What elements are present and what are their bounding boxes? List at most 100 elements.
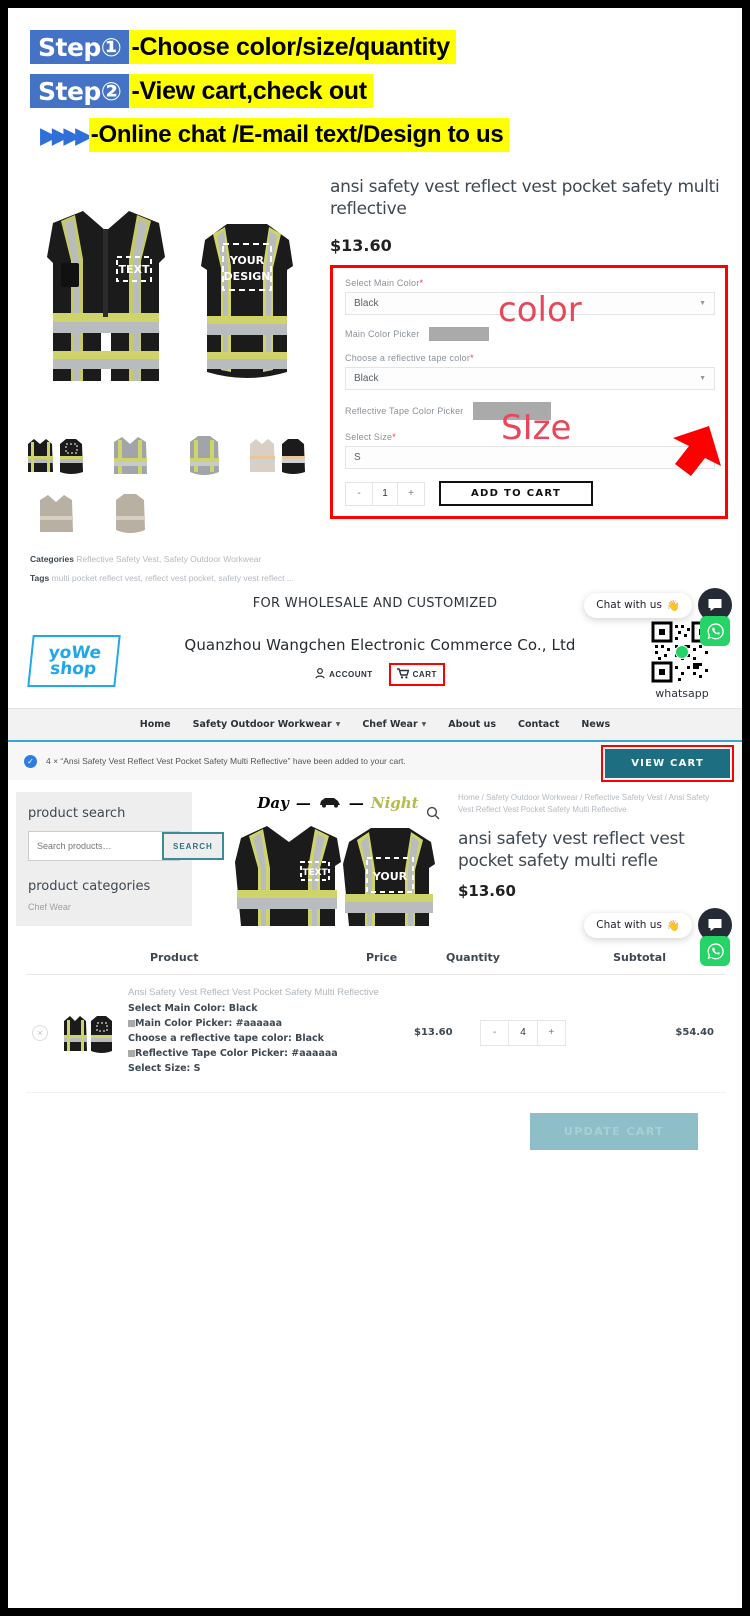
cart-notice-bar: ✓ 4 × “Ansi Safety Vest Reflect Vest Poc… [8, 740, 742, 783]
sidebar-item-chef-wear[interactable]: Chef Wear [28, 902, 180, 912]
product-info: ansi safety vest reflect vest pocket saf… [322, 176, 728, 540]
add-to-cart-button[interactable]: ADD TO CART [439, 481, 594, 507]
chat-bubble-text-top: Chat with us [596, 599, 662, 611]
cart-row-thumbnail[interactable] [62, 1011, 114, 1055]
user-icon [315, 667, 325, 681]
nav-item-news[interactable]: News [581, 719, 610, 730]
column-subtotal: Subtotal [613, 951, 666, 965]
whatsapp-button-top[interactable] [700, 616, 730, 646]
size-value: S [354, 452, 361, 464]
wave-hand-icon-bottom: 👋 [666, 919, 680, 932]
categories-value[interactable]: Reflective Safety Vest, Safety Outdoor W… [76, 554, 261, 564]
tape-color-select[interactable]: Black ▼ [345, 367, 715, 391]
chat-bubble-bottom[interactable]: Chat with us 👋 [584, 912, 692, 938]
cart-notice-text: 4 × “Ansi Safety Vest Reflect Vest Pocke… [46, 756, 406, 767]
nav-item-contact[interactable]: Contact [518, 719, 559, 730]
nav-item-home[interactable]: Home [140, 719, 171, 730]
cart-hero-image: TEXT YOUR [213, 818, 463, 931]
tags-value[interactable]: multi pocket reflect vest, reflect vest … [52, 573, 294, 583]
product-gallery: TEXT YOUR DESIGN [22, 176, 322, 540]
product-price: $13.60 [330, 236, 392, 256]
main-color-label-text: Select Main Color [345, 278, 420, 289]
main-color-picker-label: Main Color Picker [345, 329, 420, 340]
vest-back-image: YOUR DESIGN [187, 212, 307, 390]
qty-decrease-button[interactable]: - [346, 483, 372, 505]
nav-item-chef-wear[interactable]: Chef Wear ▼ [362, 719, 426, 730]
size-label-text: Select Size [345, 432, 393, 443]
main-color-label: Select Main Color* [345, 278, 715, 288]
tags-line: Tags multi pocket reflect vest, reflect … [30, 573, 728, 584]
thumbnail-4[interactable] [244, 430, 312, 482]
tags-label: Tags [30, 573, 50, 584]
breadcrumb[interactable]: Home / Safety Outdoor Workwear / Reflect… [458, 792, 716, 816]
quantity-stepper[interactable]: - 1 + [345, 481, 425, 506]
thumbnail-5[interactable] [22, 488, 90, 540]
banner-row-step2: Step② -View cart,check out [30, 74, 742, 108]
nav-label-contact: Contact [517, 719, 560, 731]
cart-qty-increase-button[interactable]: + [538, 1021, 565, 1045]
step1-chip: Step① [30, 30, 130, 64]
nav-label-news: News [581, 719, 611, 731]
main-color-select[interactable]: Black ▼ [345, 292, 715, 316]
column-price: Price [366, 951, 398, 965]
cart-qty-decrease-button[interactable]: - [481, 1021, 508, 1045]
account-label: ACCOUNT [329, 669, 373, 679]
qr-caption: whatsapp [655, 687, 709, 701]
cart-quantity-stepper[interactable]: - 4 + [480, 1019, 566, 1046]
cart-page-title: ansi safety vest reflect vest pocket saf… [458, 829, 685, 872]
banner-row-step1: Step① -Choose color/size/quantity [30, 30, 742, 64]
cart-row-variation-2-text: Main Color Picker: #aaaaaa [135, 1018, 283, 1030]
cart-row-quantity: - 4 + [480, 1019, 600, 1046]
main-color-swatch[interactable] [429, 327, 490, 342]
thumbnail-1[interactable] [22, 430, 90, 482]
wave-hand-icon-top: 👋 [666, 599, 680, 612]
main-navigation: Home Safety Outdoor Workwear ▼ Chef Wear… [8, 708, 742, 741]
remove-item-button[interactable]: × [32, 1024, 48, 1041]
product-main-image[interactable]: TEXT YOUR DESIGN [22, 176, 316, 426]
banner-row-step3: ▶▶▶▶ -Online chat /E-mail text/Design to… [30, 118, 742, 152]
night-label: Night [370, 794, 419, 813]
view-cart-highlight: VIEW CART [601, 745, 734, 783]
qty-input[interactable]: 1 [372, 482, 398, 505]
thumbnail-3[interactable] [170, 430, 238, 482]
cart-row-product-name[interactable]: Ansi Safety Vest Reflect Vest Pocket Saf… [128, 987, 414, 998]
instruction-banner: Step① -Choose color/size/quantity Step② … [8, 8, 742, 172]
tape-color-label: Choose a reflective tape color* [345, 353, 715, 363]
qty-increase-button[interactable]: + [398, 483, 424, 505]
cart-button[interactable]: CART [388, 662, 445, 686]
main-color-value: Black [354, 298, 379, 310]
site-logo[interactable]: yoWe shop [27, 634, 121, 687]
cart-row-price: $13.60 [414, 1027, 453, 1039]
product-search-form: SEARCH [28, 831, 224, 862]
column-product: Product [150, 951, 199, 965]
cart-row-variation-3: Choose a reflective tape color: Black [128, 1033, 324, 1045]
cart-qty-input[interactable]: 4 [508, 1020, 538, 1045]
search-icon[interactable] [426, 806, 440, 825]
main-color-picker-row: Main Color Picker [345, 327, 715, 342]
nav-label-safety: Safety Outdoor Workwear [192, 719, 332, 731]
nav-label-home: Home [139, 719, 171, 731]
update-cart-row: UPDATE CART [26, 1093, 726, 1151]
product-detail-section: TEXT YOUR DESIGN ansi safety vest reflec… [8, 172, 742, 540]
cart-table-header: Product Price Quantity Subtotal [26, 943, 726, 976]
svg-text:TEXT: TEXT [118, 263, 149, 276]
update-cart-button[interactable]: UPDATE CART [529, 1113, 698, 1151]
thumbnail-6[interactable] [96, 488, 164, 540]
nav-item-safety-outdoor-workwear[interactable]: Safety Outdoor Workwear ▼ [193, 719, 341, 730]
day-label: Day [257, 794, 289, 813]
step2-chip: Step② [30, 74, 130, 108]
cart-row-variation-4-text: Reflective Tape Color Picker: #aaaaaa [135, 1048, 338, 1060]
whatsapp-button-bottom[interactable] [700, 936, 730, 966]
search-input[interactable] [29, 832, 162, 861]
account-link[interactable]: ACCOUNT [315, 667, 373, 681]
tape-color-picker-label: Reflective Tape Color Picker [345, 406, 464, 417]
chat-bubble-top[interactable]: Chat with us 👋 [584, 592, 692, 618]
cart-row-subtotal: $54.40 [675, 1027, 714, 1039]
nav-label-about: About us [448, 719, 496, 731]
view-cart-button[interactable]: VIEW CART [605, 749, 730, 779]
nav-item-about-us[interactable]: About us [448, 719, 496, 730]
logo-line-2: shop [49, 658, 98, 679]
thumbnail-2[interactable] [96, 430, 164, 482]
variation-form-highlight: Select Main Color* Black ▼ Main Color Pi… [330, 265, 728, 520]
tape-color-swatch[interactable] [473, 402, 552, 421]
